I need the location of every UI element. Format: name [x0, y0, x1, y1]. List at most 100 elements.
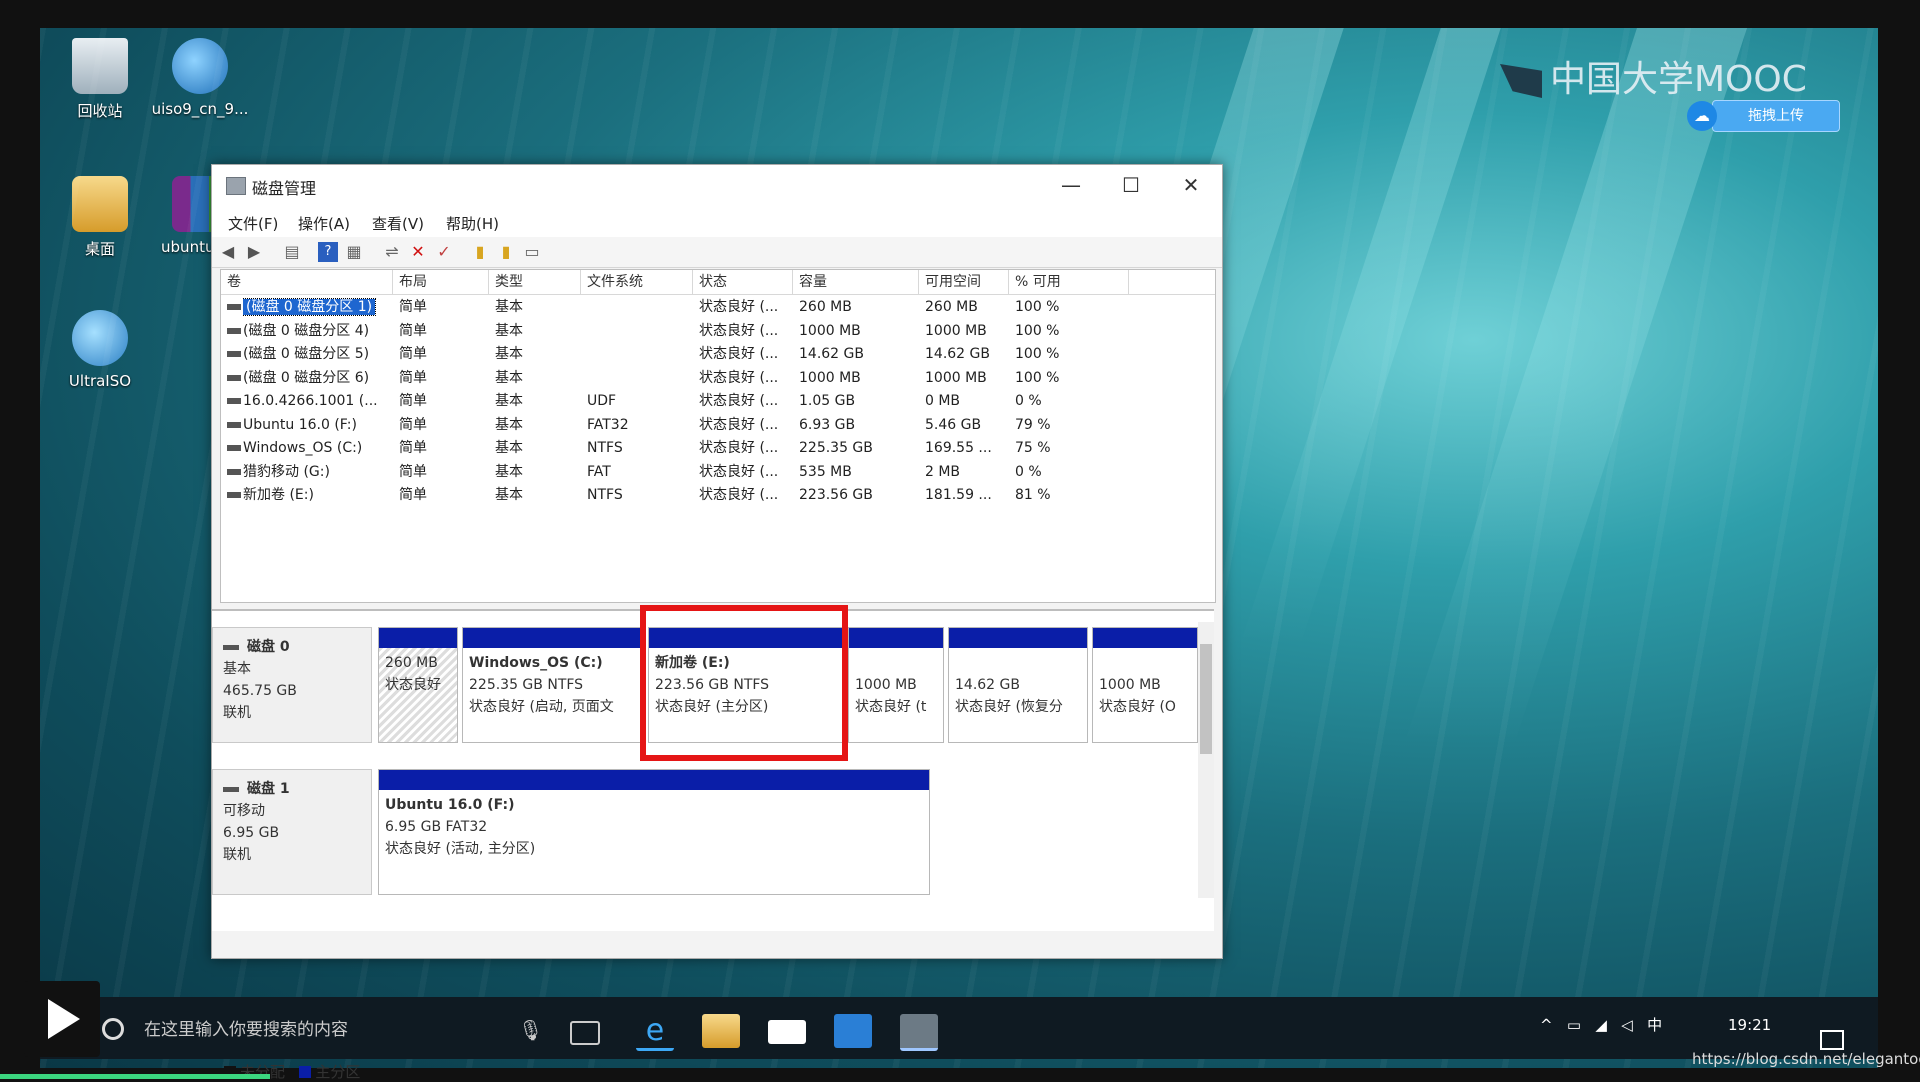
- app-icon[interactable]: [834, 1014, 872, 1048]
- partition-body: 1000 MB 状态良好 (t: [849, 648, 943, 722]
- properties-icon[interactable]: ▦: [344, 242, 364, 262]
- forward-icon[interactable]: ▶: [244, 242, 264, 262]
- column-header-capacity[interactable]: 容量: [793, 270, 919, 294]
- ime-indicator[interactable]: 中: [1647, 1016, 1662, 1034]
- network-icon[interactable]: ▭: [1567, 1016, 1581, 1034]
- disk-0-partition-6[interactable]: 1000 MB 状态良好 (O: [1092, 627, 1198, 743]
- column-header-status[interactable]: 状态: [693, 270, 793, 294]
- mooc-logo-icon: [1500, 64, 1542, 98]
- cell-free-space-text: 1000 MB: [925, 322, 987, 339]
- cell-percent-free-text: 75 %: [1015, 440, 1051, 456]
- column-header-type[interactable]: 类型: [489, 270, 581, 294]
- cell-status-text: 状态良好 (...: [699, 299, 779, 315]
- column-header-filesystem[interactable]: 文件系统: [581, 270, 693, 294]
- cell-type-text: 基本: [495, 369, 523, 386]
- disk-0-kind: 基本: [223, 661, 251, 677]
- volume-row[interactable]: 16.0.4266.1001 (... 简单 基本 UDF 状态良好 (... 1.05 …: [221, 390, 1215, 413]
- cell-volume-text: 新加卷 (E:): [243, 487, 314, 503]
- volume-row[interactable]: Ubuntu 16.0 (F:) 简单 基本 FAT32 状态良好 (... 6.93 G…: [221, 414, 1215, 437]
- cell-capacity: 535 MB: [799, 461, 919, 484]
- taskbar-search-box[interactable]: 在这里输入你要搜索的内容: [102, 1004, 542, 1056]
- volume-row[interactable]: (磁盘 0 磁盘分区 4) 简单 基本 状态良好 (... 1000 MB 1000 MB…: [221, 320, 1215, 343]
- volume-icon[interactable]: ◁: [1621, 1016, 1633, 1034]
- cell-filesystem: [587, 367, 693, 390]
- menu-bar: 文件(F) 操作(A) 查看(V) 帮助(H): [212, 207, 1222, 237]
- desktop-icon-uiso[interactable]: uiso9_cn_9...: [150, 38, 250, 118]
- mail-icon[interactable]: [768, 1020, 806, 1044]
- cell-status-text: 状态良好 (...: [699, 393, 779, 409]
- volume-row[interactable]: (磁盘 0 磁盘分区 1) 简单 基本 状态良好 (... 260 MB 260 MB 10…: [221, 296, 1215, 319]
- cell-capacity-text: 1.05 GB: [799, 393, 856, 409]
- wifi-icon[interactable]: ◢: [1595, 1016, 1607, 1034]
- desktop-icon-desktop-folder[interactable]: 桌面: [50, 176, 150, 259]
- volume-row[interactable]: (磁盘 0 磁盘分区 6) 简单 基本 状态良好 (... 1000 MB 1000 MB…: [221, 367, 1215, 390]
- console-tree-icon[interactable]: ▤: [282, 242, 302, 262]
- disk-0-partition-1[interactable]: 260 MB 状态良好: [378, 627, 458, 743]
- menu-help[interactable]: 帮助(H): [446, 213, 499, 234]
- close-button[interactable]: ✕: [1162, 165, 1220, 207]
- play-button[interactable]: [24, 981, 100, 1057]
- cell-type-text: 基本: [495, 487, 523, 503]
- microphone-icon[interactable]: 🎙: [518, 1018, 543, 1042]
- title-bar[interactable]: 磁盘管理 — ☐ ✕: [212, 165, 1222, 207]
- file-explorer-icon[interactable]: [702, 1014, 740, 1048]
- task-view-icon[interactable]: [570, 1021, 600, 1045]
- desktop-icon-label: uiso9_cn_9...: [151, 100, 249, 118]
- column-header-layout[interactable]: 布局: [393, 270, 489, 294]
- disk-0-partition-c[interactable]: Windows_OS (C:) 225.35 GB NTFS 状态良好 (启动,…: [462, 627, 646, 743]
- chevron-up-icon[interactable]: ^: [1540, 1016, 1553, 1034]
- cell-percent-free: 75 %: [1015, 437, 1125, 460]
- partition-status: 状态良好 (恢复分: [955, 699, 1063, 715]
- menu-view[interactable]: 查看(V): [372, 213, 424, 234]
- disk-0-partition-4[interactable]: 1000 MB 状态良好 (t: [848, 627, 944, 743]
- volume-row[interactable]: 猎豹移动 (G:) 简单 基本 FAT 状态良好 (... 535 MB 2 MB 0 %: [221, 461, 1215, 484]
- disk-0-info[interactable]: 磁盘 0 基本 465.75 GB 联机: [212, 627, 372, 743]
- column-header-volume[interactable]: 卷: [221, 270, 393, 294]
- desktop-icon-recycle-bin[interactable]: 回收站: [50, 38, 150, 121]
- desktop-icon-label: 回收站: [77, 102, 123, 120]
- url-watermark: https://blog.csdn.net/elegantoo: [1692, 1050, 1920, 1068]
- scrollbar-thumb[interactable]: [1200, 644, 1212, 754]
- folder-up-icon[interactable]: ▮: [470, 242, 490, 262]
- cell-percent-free-text: 100 %: [1015, 322, 1060, 339]
- video-progress-bar[interactable]: [0, 1074, 270, 1079]
- disk-0-partition-5[interactable]: 14.62 GB 状态良好 (恢复分: [948, 627, 1088, 743]
- cell-percent-free: 100 %: [1015, 367, 1125, 390]
- volume-row[interactable]: Windows_OS (C:) 简单 基本 NTFS 状态良好 (... 225.35 G…: [221, 437, 1215, 460]
- clock[interactable]: 19:21: [1728, 1016, 1771, 1034]
- maximize-button[interactable]: ☐: [1102, 165, 1160, 207]
- disk-map-scrollbar[interactable]: [1198, 622, 1214, 898]
- menu-file[interactable]: 文件(F): [228, 213, 278, 234]
- edge-browser-icon[interactable]: e: [636, 1014, 674, 1051]
- disk-1-info[interactable]: 磁盘 1 可移动 6.95 GB 联机: [212, 769, 372, 895]
- cell-status-text: 状态良好 (...: [699, 346, 779, 362]
- volume-row[interactable]: 新加卷 (E:) 简单 基本 NTFS 状态良好 (... 223.56 GB 181.59…: [221, 484, 1215, 507]
- connect-disk-icon[interactable]: ⇌: [382, 242, 402, 262]
- cell-type-text: 基本: [495, 393, 523, 409]
- cell-volume-text: (磁盘 0 磁盘分区 4): [243, 322, 370, 339]
- volume-row[interactable]: (磁盘 0 磁盘分区 5) 简单 基本 状态良好 (... 14.62 GB 14.62 …: [221, 343, 1215, 366]
- disk-management-taskbar-icon[interactable]: [900, 1014, 938, 1051]
- action-center-icon[interactable]: [1820, 1030, 1844, 1050]
- disk-1-partition-f[interactable]: Ubuntu 16.0 (F:) 6.95 GB FAT32 状态良好 (活动,…: [378, 769, 930, 895]
- back-icon[interactable]: ◀: [218, 242, 238, 262]
- help-icon[interactable]: ?: [318, 242, 338, 262]
- cell-status-text: 状态良好 (...: [699, 440, 779, 456]
- check-icon[interactable]: ✓: [434, 242, 454, 262]
- cell-free-space-text: 1000 MB: [925, 369, 987, 386]
- view-icon[interactable]: ▭: [522, 242, 542, 262]
- cell-free-space-text: 2 MB: [925, 463, 961, 480]
- folder-search-icon[interactable]: ▮: [496, 242, 516, 262]
- upload-button[interactable]: ☁ 拖拽上传: [1687, 100, 1840, 132]
- window-title: 磁盘管理: [252, 179, 317, 198]
- column-header-free-space[interactable]: 可用空间: [919, 270, 1009, 294]
- cell-type: 基本: [495, 484, 581, 507]
- minimize-button[interactable]: —: [1042, 165, 1100, 207]
- delete-icon[interactable]: ✕: [408, 242, 428, 262]
- volume-drive-icon: [227, 327, 241, 334]
- cell-filesystem: [587, 320, 693, 343]
- column-header-percent-free[interactable]: % 可用: [1009, 270, 1129, 294]
- cell-free-space-text: 181.59 ...: [925, 487, 992, 503]
- desktop-icon-ultraiso[interactable]: UltraISO: [50, 310, 150, 390]
- menu-action[interactable]: 操作(A): [298, 213, 350, 234]
